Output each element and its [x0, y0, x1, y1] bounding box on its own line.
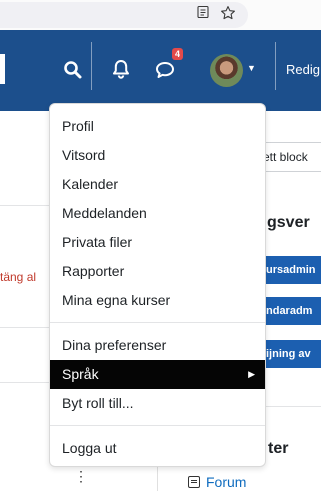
- tracking-button[interactable]: ijning av: [258, 340, 321, 368]
- nav-search-field[interactable]: [0, 54, 5, 84]
- course-admin-button[interactable]: ursadmin: [258, 256, 321, 284]
- menu-item-reports[interactable]: Rapporter: [50, 257, 265, 286]
- divider: [266, 406, 321, 407]
- menu-item-messages[interactable]: Meddelanden: [50, 199, 265, 228]
- browser-toolbar: [0, 0, 321, 30]
- notification-badge: 4: [172, 48, 183, 60]
- menu-item-preferences[interactable]: Dina preferenser: [50, 331, 265, 360]
- chevron-right-icon: ▶: [248, 369, 255, 379]
- menu-divider: [50, 425, 265, 426]
- menu-item-profile[interactable]: Profil: [50, 112, 265, 141]
- menu-item-private-files[interactable]: Privata filer: [50, 228, 265, 257]
- navbar-divider: [275, 42, 276, 90]
- divider: [0, 205, 50, 206]
- menu-item-grades[interactable]: Vitsord: [50, 141, 265, 170]
- more-options-icon[interactable]: ⋮: [74, 468, 88, 485]
- section-heading: gsver: [267, 214, 310, 231]
- forum-link[interactable]: Forum: [188, 474, 246, 490]
- forum-label: Forum: [206, 474, 247, 490]
- divider: [0, 327, 50, 328]
- user-menu-dropdown: Profil Vitsord Kalender Meddelanden Priv…: [49, 103, 266, 467]
- menu-item-my-courses[interactable]: Mina egna kurser: [50, 286, 265, 315]
- menu-divider: [50, 322, 265, 323]
- edit-mode-label[interactable]: Redig: [286, 62, 320, 77]
- warning-text: täng al: [0, 270, 37, 284]
- language-label: Språk: [62, 366, 99, 382]
- user-avatar[interactable]: [210, 54, 243, 87]
- standard-admin-button[interactable]: ndaradm: [258, 297, 321, 325]
- section-heading: ter: [268, 440, 289, 457]
- navbar-divider: [91, 42, 92, 90]
- chevron-down-icon[interactable]: ▼: [247, 63, 256, 73]
- reader-view-icon[interactable]: [194, 5, 212, 23]
- bookmark-star-icon[interactable]: [219, 5, 237, 23]
- search-icon[interactable]: [61, 58, 85, 82]
- divider: [0, 382, 50, 383]
- bell-icon[interactable]: [108, 56, 134, 82]
- menu-item-language[interactable]: Språk ▶: [50, 360, 265, 389]
- top-navbar: 4 ▼ Redig: [0, 30, 321, 111]
- menu-item-switch-role[interactable]: Byt roll till...: [50, 389, 265, 418]
- menu-item-logout[interactable]: Logga ut: [50, 434, 265, 463]
- menu-item-calendar[interactable]: Kalender: [50, 170, 265, 199]
- forum-icon: [188, 476, 200, 488]
